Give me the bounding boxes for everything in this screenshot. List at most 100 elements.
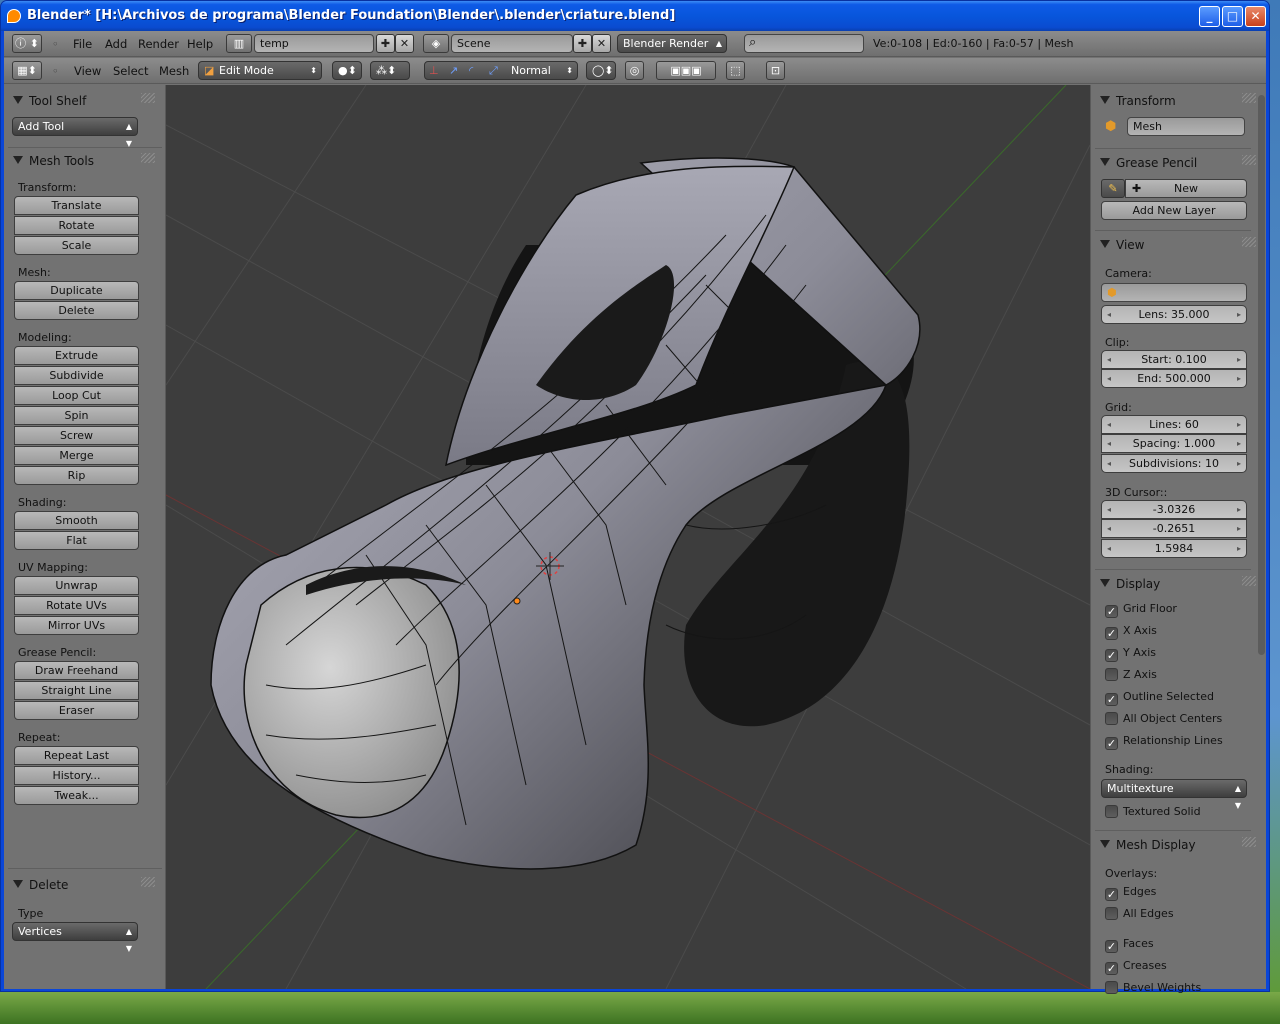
z-axis-checkbox[interactable]: Z Axis <box>1105 668 1157 681</box>
properties-scrollbar[interactable] <box>1258 95 1265 655</box>
grease-pencil-header[interactable]: Grease Pencil <box>1100 156 1197 170</box>
mode-dropdown[interactable]: ◪ Edit Mode ⬍ <box>198 61 322 80</box>
manipulator-toggle-icon[interactable]: ⊥ <box>429 62 439 79</box>
edges-checkbox[interactable]: ✓ Edges <box>1105 885 1156 901</box>
clip-start-field[interactable]: ◂ Start: 0.100 ▸ <box>1101 350 1247 369</box>
scene-icon[interactable]: ◈ <box>423 34 449 53</box>
extrude-button[interactable]: Extrude <box>14 346 139 365</box>
draw-freehand-button[interactable]: Draw Freehand <box>14 661 139 680</box>
grease-pencil-new-button[interactable]: ✚ New <box>1125 179 1247 198</box>
flat-button[interactable]: Flat <box>14 531 139 550</box>
panel-grip-icon[interactable] <box>141 877 155 887</box>
increment-arrow-icon[interactable]: ▸ <box>1237 435 1241 452</box>
add-tool-dropdown[interactable]: Add Tool ▲ ▼ <box>12 117 138 148</box>
transform-header[interactable]: Transform <box>1100 94 1176 108</box>
tool-shelf-header[interactable]: Tool Shelf <box>13 94 86 108</box>
all-object-centers-checkbox[interactable]: All Object Centers <box>1105 712 1222 725</box>
merge-button[interactable]: Merge <box>14 446 139 465</box>
pivot-dropdown[interactable]: ⁂⬍ <box>370 61 410 80</box>
increment-arrow-icon[interactable]: ▸ <box>1237 501 1241 518</box>
decrement-arrow-icon[interactable]: ◂ <box>1107 520 1111 537</box>
pencil-icon[interactable]: ✎ <box>1101 179 1125 198</box>
relationship-lines-checkbox[interactable]: ✓ Relationship Lines <box>1105 734 1223 750</box>
bevel-weights-checkbox[interactable]: Bevel Weights <box>1105 981 1201 994</box>
increment-arrow-icon[interactable]: ▸ <box>1237 416 1241 433</box>
clip-end-field[interactable]: ◂ End: 500.000 ▸ <box>1101 369 1247 388</box>
mesh-display-header[interactable]: Mesh Display <box>1100 838 1196 852</box>
straight-line-button[interactable]: Straight Line <box>14 681 139 700</box>
increment-arrow-icon[interactable]: ▸ <box>1237 370 1241 387</box>
proportional-edit-icon[interactable]: ◎ <box>625 61 644 80</box>
decrement-arrow-icon[interactable]: ◂ <box>1107 306 1111 323</box>
decrement-arrow-icon[interactable]: ◂ <box>1107 370 1111 387</box>
menu-view[interactable]: View <box>74 64 101 78</box>
panel-grip-icon[interactable] <box>1242 93 1256 103</box>
decrement-arrow-icon[interactable]: ◂ <box>1107 501 1111 518</box>
render-preview-icon[interactable]: ⊡ <box>766 61 785 80</box>
delete-scene-icon[interactable]: ✕ <box>592 34 611 53</box>
display-header[interactable]: Display <box>1100 577 1160 591</box>
translate-manipulator-icon[interactable]: ↗ <box>449 62 458 79</box>
scale-button[interactable]: Scale <box>14 236 139 255</box>
scene-name-field[interactable]: Scene <box>451 34 573 53</box>
eraser-button[interactable]: Eraser <box>14 701 139 720</box>
increment-arrow-icon[interactable]: ▸ <box>1237 306 1241 323</box>
grid-subdivisions-field[interactable]: ◂ Subdivisions: 10 ▸ <box>1101 454 1247 473</box>
creases-checkbox[interactable]: ✓ Creases <box>1105 959 1167 975</box>
menu-help[interactable]: Help <box>187 37 213 51</box>
screen-layout-icon[interactable]: ▥ <box>226 34 252 53</box>
tweak-button[interactable]: Tweak... <box>14 786 139 805</box>
increment-arrow-icon[interactable]: ▸ <box>1237 520 1241 537</box>
increment-arrow-icon[interactable]: ▸ <box>1237 540 1241 557</box>
outline-selected-checkbox[interactable]: ✓ Outline Selected <box>1105 690 1214 706</box>
cursor-y-field[interactable]: ◂ -0.2651 ▸ <box>1101 519 1247 538</box>
faces-checkbox[interactable]: ✓ Faces <box>1105 937 1154 953</box>
delete-screen-icon[interactable]: ✕ <box>395 34 414 53</box>
textured-solid-checkbox[interactable]: Textured Solid <box>1105 805 1201 818</box>
mesh-tools-header[interactable]: Mesh Tools <box>13 154 94 168</box>
header-collapse-icon[interactable]: ◦ <box>52 37 59 51</box>
add-scene-icon[interactable]: ✚ <box>573 34 592 53</box>
search-field[interactable]: ⌕ <box>744 34 864 53</box>
increment-arrow-icon[interactable]: ▸ <box>1237 455 1241 472</box>
spin-button[interactable]: Spin <box>14 406 139 425</box>
camera-field[interactable]: ⬢ <box>1101 283 1247 302</box>
unwrap-button[interactable]: Unwrap <box>14 576 139 595</box>
grid-spacing-field[interactable]: ◂ Spacing: 1.000 ▸ <box>1101 434 1247 453</box>
translate-button[interactable]: Translate <box>14 196 139 215</box>
viewport-shading-dropdown[interactable]: ●⬍ <box>332 61 362 80</box>
3d-viewport[interactable] <box>166 85 1090 989</box>
delete-type-dropdown[interactable]: Vertices ▲ ▼ <box>12 922 138 953</box>
layer-dropdown[interactable]: ◯⬍ <box>586 61 616 80</box>
smooth-button[interactable]: Smooth <box>14 511 139 530</box>
shading-dropdown[interactable]: Multitexture ▲ ▼ <box>1101 779 1247 810</box>
y-axis-checkbox[interactable]: ✓ Y Axis <box>1105 646 1156 662</box>
repeat-last-button[interactable]: Repeat Last <box>14 746 139 765</box>
transform-orientation-dropdown[interactable]: ⊥ ↗ ◜ ⤢ Normal ⬍ <box>424 61 578 80</box>
duplicate-button[interactable]: Duplicate <box>14 281 139 300</box>
scale-manipulator-icon[interactable]: ⤢ <box>489 62 498 79</box>
panel-grip-icon[interactable] <box>1242 576 1256 586</box>
operator-header[interactable]: Delete <box>13 878 68 892</box>
menu-render[interactable]: Render <box>138 37 179 51</box>
maximize-button[interactable]: □ <box>1222 6 1243 27</box>
grid-lines-field[interactable]: ◂ Lines: 60 ▸ <box>1101 415 1247 434</box>
info-editor-type-button[interactable]: ⓘ ⬍ <box>12 34 42 53</box>
all-edges-checkbox[interactable]: All Edges <box>1105 907 1174 920</box>
subdivide-button[interactable]: Subdivide <box>14 366 139 385</box>
render-engine-dropdown[interactable]: Blender Render ▲ <box>617 34 727 53</box>
panel-grip-icon[interactable] <box>1242 155 1256 165</box>
grid-floor-checkbox[interactable]: ✓ Grid Floor <box>1105 602 1177 618</box>
add-new-layer-button[interactable]: Add New Layer <box>1101 201 1247 220</box>
close-button[interactable]: ✕ <box>1245 6 1266 27</box>
minimize-button[interactable]: _ <box>1199 6 1220 27</box>
decrement-arrow-icon[interactable]: ◂ <box>1107 351 1111 368</box>
decrement-arrow-icon[interactable]: ◂ <box>1107 455 1111 472</box>
rip-button[interactable]: Rip <box>14 466 139 485</box>
loop-cut-button[interactable]: Loop Cut <box>14 386 139 405</box>
decrement-arrow-icon[interactable]: ◂ <box>1107 540 1111 557</box>
delete-button[interactable]: Delete <box>14 301 139 320</box>
cursor-z-field[interactable]: ◂ 1.5984 ▸ <box>1101 539 1247 558</box>
menu-file[interactable]: File <box>73 37 92 51</box>
rotate-uvs-button[interactable]: Rotate UVs <box>14 596 139 615</box>
